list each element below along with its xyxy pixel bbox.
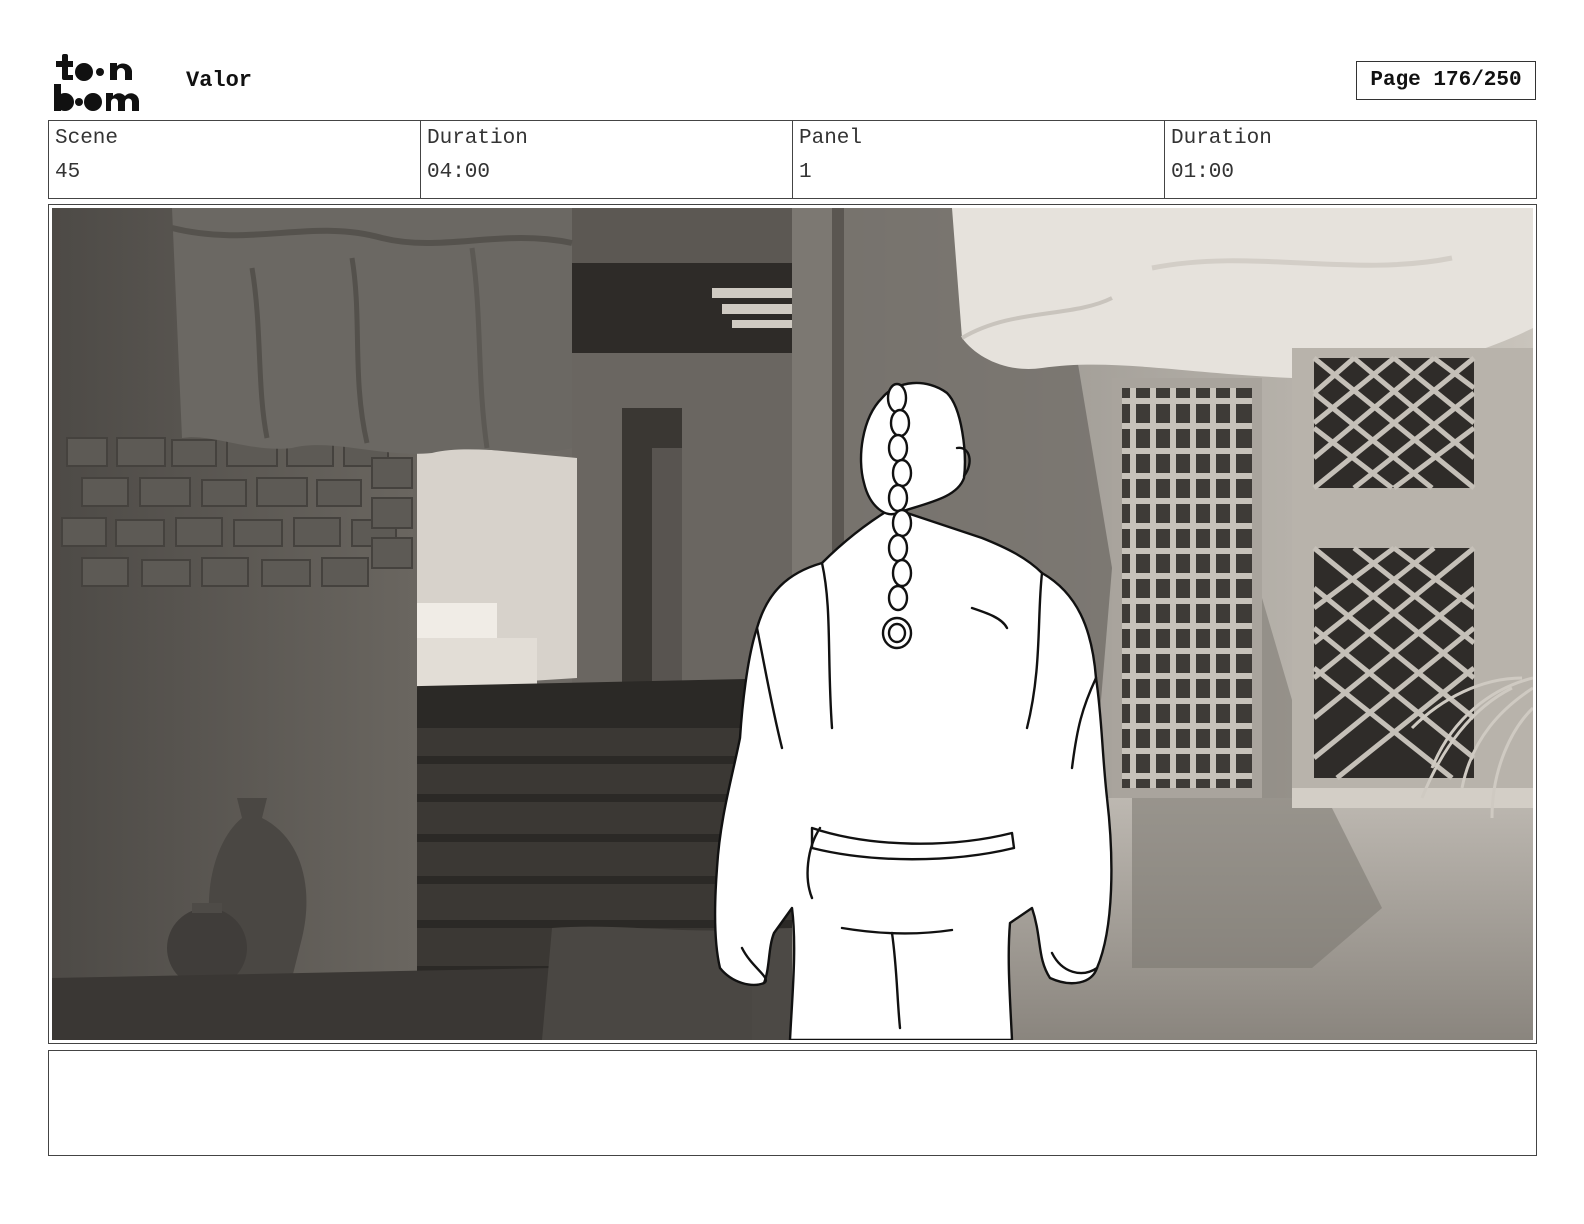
panel-duration-value: 01:00 [1171,161,1235,184]
scene-info-table: Scene 45 Duration 04:00 Panel 1 Duration… [48,120,1537,199]
panel-value: 1 [799,161,812,184]
panel-duration-cell: Duration 01:00 [1165,121,1536,198]
panel-label: Panel [799,127,863,150]
scene-duration-label: Duration [427,127,528,150]
panel-image [52,208,1533,1040]
scene-duration-cell: Duration 04:00 [421,121,793,198]
panel-notes-box [48,1050,1537,1156]
panel-duration-label: Duration [1171,127,1272,150]
storyboard-scene-illustration [52,208,1533,1040]
scene-value: 45 [55,161,81,184]
scene-cell: Scene 45 [49,121,421,198]
scene-duration-value: 04:00 [427,161,491,184]
toon-boom-logo [54,54,139,111]
panel-cell: Panel 1 [793,121,1165,198]
scene-label: Scene [55,127,119,150]
project-title: Valor [186,68,253,93]
page-number: Page 176/250 [1356,61,1536,100]
